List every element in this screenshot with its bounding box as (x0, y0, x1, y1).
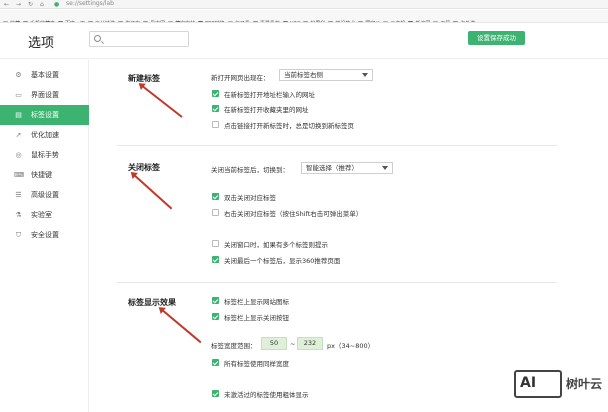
open-position-select[interactable]: 当前标签右侧 (279, 69, 373, 81)
reload-icon[interactable]: ↻ (28, 1, 33, 8)
section-divider (117, 145, 557, 146)
checkbox-show-site-icon[interactable] (212, 297, 219, 304)
section-divider (117, 282, 557, 283)
annotation-arrow (140, 84, 183, 118)
sidebar-item[interactable]: ⚗ 实验室 (0, 205, 89, 225)
checkbox-right-click-close[interactable] (212, 209, 219, 216)
bookmarks-bar: 收藏手机收藏夹百度一下三分钟游你还在贝次网藏宝库站PDF转换每日看喜爱看的H3C… (0, 10, 608, 23)
checkbox-label: 点击链接打开新标签时，总是切换到新标签页 (224, 122, 354, 130)
checkbox-show-close-button[interactable] (212, 313, 219, 320)
sidebar-item-label: 安全设置 (31, 231, 59, 239)
sidebar-item[interactable]: ◎ 鼠标手势 (0, 145, 89, 165)
checkbox-close-window-prompt[interactable] (212, 240, 219, 247)
sidebar-item[interactable]: ➚ 优化加速 (0, 125, 89, 145)
window-icon: ▭ (15, 91, 22, 99)
switch-after-close-label: 关闭当前标签后，切换到： (211, 166, 289, 174)
settings-icon: ☰ (15, 191, 22, 199)
sidebar-item[interactable]: ⌨ 快捷键 (0, 165, 89, 185)
checkbox-new-tab-address[interactable] (212, 90, 219, 97)
chevron-down-icon (382, 166, 388, 170)
sidebar-item[interactable]: ⛉ 安全设置 (0, 225, 89, 245)
watermark-ai: AI (520, 375, 537, 391)
sidebar-item[interactable]: ▤ 标签设置 (0, 105, 89, 125)
sidebar-item-label: 快捷键 (31, 171, 52, 179)
sidebar-item-label: 鼠标手势 (31, 151, 59, 159)
checkbox-label: 未激活过的标签使用粗体显示 (224, 391, 309, 399)
sidebar-item[interactable]: ☰ 高级设置 (0, 185, 89, 205)
lab-icon: ⚗ (15, 211, 22, 219)
saved-notice: 设置保存成功 (468, 31, 525, 45)
sidebar: ⚙ 基本设置 ▭ 界面设置 ▤ 标签设置 ➚ 优化加速 ◎ 鼠标手势 ⌨ 快捷键 ☰ 高级设置 ⚗ 实验室 ⛉ 安… (0, 60, 89, 412)
section-title-tab-display: 标签显示效果 (128, 298, 176, 307)
forward-icon[interactable]: → (16, 1, 21, 8)
shield-icon: ⛉ (15, 231, 22, 239)
tab-icon: ▤ (15, 111, 22, 119)
rocket-icon: ➚ (15, 131, 22, 139)
sidebar-item[interactable]: ▭ 界面设置 (0, 85, 89, 105)
checkbox-label: 在新标签打开收藏夹里的网址 (224, 106, 309, 114)
open-position-label: 新打开网页出现在： (211, 74, 270, 82)
checkbox-double-click-close[interactable] (212, 193, 219, 200)
search-box[interactable] (89, 31, 189, 47)
annotation-arrow (132, 173, 173, 210)
search-input[interactable] (104, 33, 186, 45)
checkbox-label: 标签栏上显示关闭按钮 (224, 314, 289, 322)
checkbox-label: 右击关闭对应标签（按住Shift右击可弹出菜单） (224, 210, 363, 218)
settings-page: ← → ↻ ⌂ ● se://settings/lab 收藏手机收藏夹百度一下三… (0, 0, 608, 412)
gear-icon: ⚙ (15, 71, 22, 79)
checkbox-label: 所有标签使用同样宽度 (224, 360, 289, 368)
switch-after-close-select[interactable]: 智能选择（推荐） (301, 162, 393, 174)
switch-after-close-value: 智能选择（推荐） (306, 164, 358, 172)
checkbox-show-recommend[interactable] (212, 256, 219, 263)
checkbox-label: 标签栏上显示网站图标 (224, 298, 289, 306)
checkbox-unactivated-bold[interactable] (212, 390, 219, 397)
watermark-logo: AI 树叶云 (512, 368, 602, 400)
sidebar-item[interactable]: ⚙ 基本设置 (0, 65, 89, 85)
tab-width-min-input[interactable]: 50 (261, 337, 287, 350)
secure-icon: ● (54, 1, 60, 8)
checkbox-label: 在新标签打开地址栏输入的网址 (224, 91, 315, 99)
watermark-box: AI (514, 370, 562, 398)
open-position-value: 当前标签右侧 (284, 71, 323, 79)
mouse-icon: ◎ (15, 151, 22, 159)
checkbox-label: 双击关闭对应标签 (224, 194, 276, 202)
settings-header: 选项 设置保存成功 (0, 23, 608, 59)
sidebar-item-label: 实验室 (31, 211, 52, 219)
home-icon[interactable]: ⌂ (40, 1, 44, 8)
sidebar-item-label: 界面设置 (31, 91, 59, 99)
page-title: 选项 (28, 36, 55, 51)
keyboard-icon: ⌨ (14, 171, 25, 179)
checkbox-same-width[interactable] (212, 359, 219, 366)
sidebar-item-label: 基本设置 (31, 71, 59, 79)
tab-width-max-input[interactable]: 232 (297, 337, 323, 350)
settings-content: 新建标签 新打开网页出现在： 当前标签右侧 在新标签打开地址栏输入的网址 在新标… (89, 60, 608, 412)
search-icon (94, 35, 101, 42)
tab-width-label: 标签宽度范围： (211, 342, 257, 350)
checkbox-new-tab-favorites[interactable] (212, 105, 219, 112)
address-bar[interactable]: ← → ↻ ⌂ ● se://settings/lab (0, 0, 608, 9)
back-icon[interactable]: ← (4, 1, 9, 8)
tab-width-separator: ~ (290, 340, 296, 348)
chevron-down-icon (362, 73, 368, 77)
watermark-text: 树叶云 (566, 377, 603, 391)
sidebar-item-label: 高级设置 (31, 191, 59, 199)
sidebar-item-label: 标签设置 (31, 111, 59, 119)
checkbox-label: 关闭窗口时，如果有多个标签则提示 (224, 241, 328, 249)
checkbox-label: 关闭最后一个标签后，显示360推荐页面 (224, 257, 341, 265)
sidebar-item-label: 优化加速 (31, 131, 59, 139)
annotation-arrow (160, 308, 202, 344)
checkbox-switch-new-tab[interactable] (212, 121, 219, 128)
tab-width-unit: px（34~800） (327, 342, 375, 350)
url-text[interactable]: se://settings/lab (66, 0, 114, 7)
